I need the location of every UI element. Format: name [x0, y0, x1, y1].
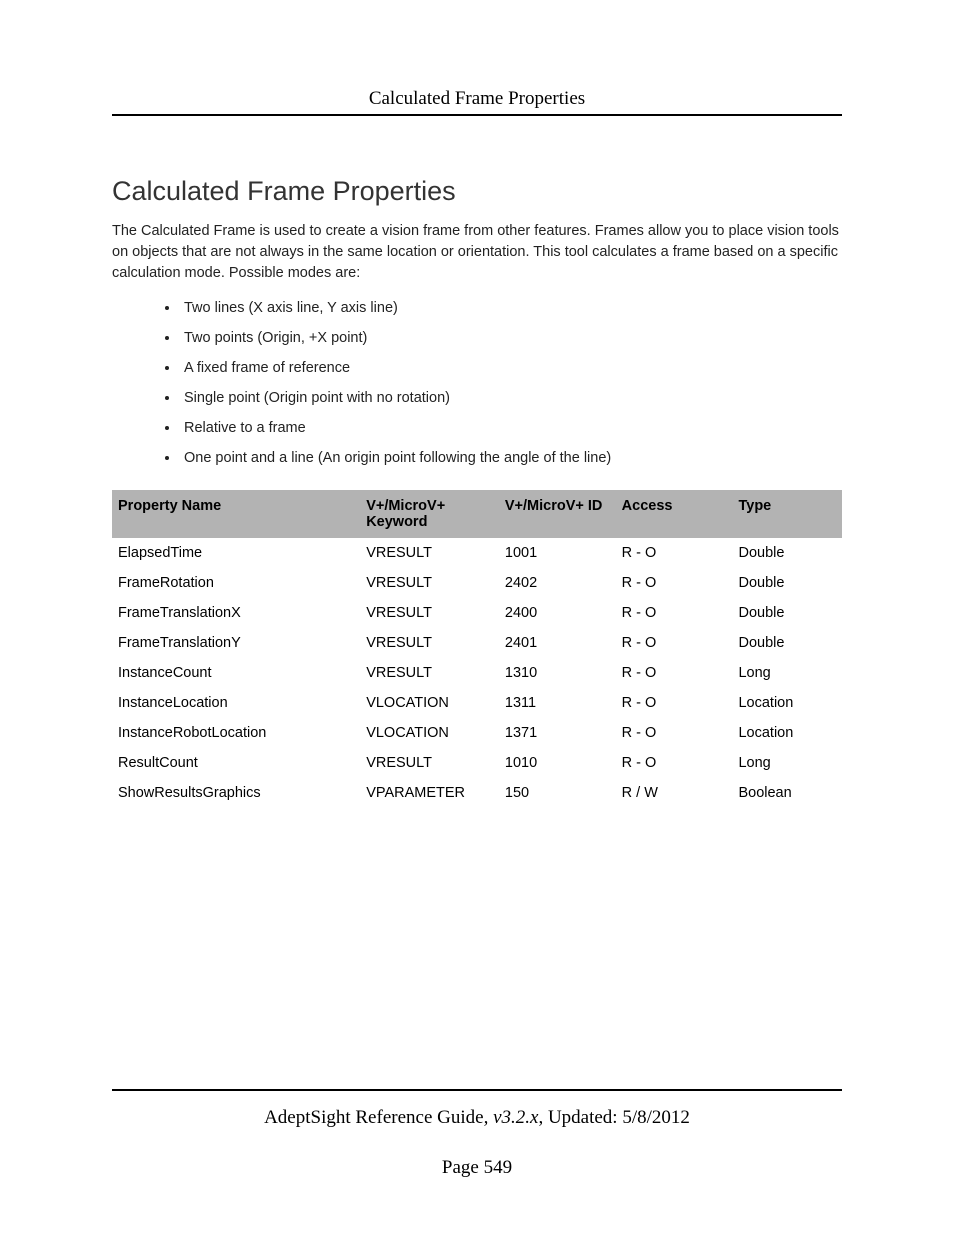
- cell-id: 1311: [499, 688, 616, 718]
- table-row: InstanceCount VRESULT 1310 R - O Long: [112, 658, 842, 688]
- list-item: Single point (Origin point with no rotat…: [180, 390, 842, 406]
- table-row: ElapsedTime VRESULT 1001 R - O Double: [112, 538, 842, 568]
- cell-name-link[interactable]: InstanceLocation: [112, 688, 360, 718]
- cell-name: ElapsedTime: [112, 538, 360, 568]
- cell-type: Double: [732, 568, 842, 598]
- list-item: Two points (Origin, +X point): [180, 330, 842, 346]
- cell-type: Long: [732, 658, 842, 688]
- cell-name: InstanceCount: [112, 658, 360, 688]
- table-row: InstanceRobotLocation VLOCATION 1371 R -…: [112, 718, 842, 748]
- table-body: ElapsedTime VRESULT 1001 R - O Double Fr…: [112, 538, 842, 808]
- cell-name: FrameTranslationY: [112, 628, 360, 658]
- properties-table: Property Name V+/MicroV+ Keyword V+/Micr…: [112, 490, 842, 808]
- table-row: InstanceLocation VLOCATION 1311 R - O Lo…: [112, 688, 842, 718]
- page-body: Calculated Frame Properties Calculated F…: [0, 0, 954, 808]
- table-row: ShowResultsGraphics VPARAMETER 150 R / W…: [112, 778, 842, 808]
- page-footer: AdeptSight Reference Guide, v3.2.x, Upda…: [112, 1089, 842, 1179]
- col-header-type: Type: [732, 490, 842, 538]
- cell-access: R - O: [616, 748, 733, 778]
- footer-guide: AdeptSight Reference Guide: [264, 1107, 483, 1128]
- cell-keyword: VRESULT: [360, 538, 499, 568]
- table-row: ResultCount VRESULT 1010 R - O Long: [112, 748, 842, 778]
- footer-updated-prefix: , Updated:: [538, 1107, 622, 1128]
- cell-access: R - O: [616, 658, 733, 688]
- table-header-row: Property Name V+/MicroV+ Keyword V+/Micr…: [112, 490, 842, 538]
- list-item: A fixed frame of reference: [180, 360, 842, 376]
- list-item: Relative to a frame: [180, 420, 842, 436]
- cell-keyword: VRESULT: [360, 748, 499, 778]
- cell-access: R - O: [616, 628, 733, 658]
- cell-type: Double: [732, 628, 842, 658]
- cell-keyword: VLOCATION: [360, 688, 499, 718]
- page-title: Calculated Frame Properties: [112, 176, 842, 207]
- col-header-keyword: V+/MicroV+ Keyword: [360, 490, 499, 538]
- cell-access: R / W: [616, 778, 733, 808]
- cell-type: Location: [732, 718, 842, 748]
- cell-keyword: VRESULT: [360, 598, 499, 628]
- cell-keyword: VRESULT: [360, 568, 499, 598]
- cell-access: R - O: [616, 538, 733, 568]
- footer-updated: 5/8/2012: [622, 1107, 690, 1128]
- list-item: Two lines (X axis line, Y axis line): [180, 300, 842, 316]
- cell-id: 150: [499, 778, 616, 808]
- cell-name: ResultCount: [112, 748, 360, 778]
- page-number: Page 549: [112, 1157, 842, 1179]
- cell-access: R - O: [616, 598, 733, 628]
- cell-access: R - O: [616, 688, 733, 718]
- cell-type: Double: [732, 598, 842, 628]
- table-row: FrameTranslationX VRESULT 2400 R - O Dou…: [112, 598, 842, 628]
- footer-line: AdeptSight Reference Guide, v3.2.x, Upda…: [112, 1107, 842, 1129]
- col-header-id: V+/MicroV+ ID: [499, 490, 616, 538]
- cell-name: FrameRotation: [112, 568, 360, 598]
- footer-version: v3.2.x: [493, 1107, 538, 1128]
- header-rule: [112, 114, 842, 116]
- running-header: Calculated Frame Properties: [112, 88, 842, 110]
- cell-access: R - O: [616, 568, 733, 598]
- cell-id: 1010: [499, 748, 616, 778]
- footer-rule: [112, 1089, 842, 1091]
- cell-id: 1310: [499, 658, 616, 688]
- cell-id: 2401: [499, 628, 616, 658]
- cell-name: FrameTranslationX: [112, 598, 360, 628]
- cell-type: Location: [732, 688, 842, 718]
- table-row: FrameRotation VRESULT 2402 R - O Double: [112, 568, 842, 598]
- cell-type: Double: [732, 538, 842, 568]
- list-item: One point and a line (An origin point fo…: [180, 450, 842, 466]
- cell-name: ShowResultsGraphics: [112, 778, 360, 808]
- cell-keyword: VLOCATION: [360, 718, 499, 748]
- cell-id: 1371: [499, 718, 616, 748]
- cell-id: 1001: [499, 538, 616, 568]
- cell-name: InstanceRobotLocation: [112, 718, 360, 748]
- cell-type: Boolean: [732, 778, 842, 808]
- cell-access: R - O: [616, 718, 733, 748]
- table-row: FrameTranslationY VRESULT 2401 R - O Dou…: [112, 628, 842, 658]
- cell-keyword: VPARAMETER: [360, 778, 499, 808]
- intro-paragraph: The Calculated Frame is used to create a…: [112, 221, 842, 284]
- cell-id: 2400: [499, 598, 616, 628]
- cell-type: Long: [732, 748, 842, 778]
- modes-list: Two lines (X axis line, Y axis line) Two…: [112, 300, 842, 466]
- cell-id: 2402: [499, 568, 616, 598]
- cell-keyword: VRESULT: [360, 658, 499, 688]
- cell-keyword: VRESULT: [360, 628, 499, 658]
- col-header-access: Access: [616, 490, 733, 538]
- footer-version-prefix: ,: [484, 1107, 494, 1128]
- col-header-name: Property Name: [112, 490, 360, 538]
